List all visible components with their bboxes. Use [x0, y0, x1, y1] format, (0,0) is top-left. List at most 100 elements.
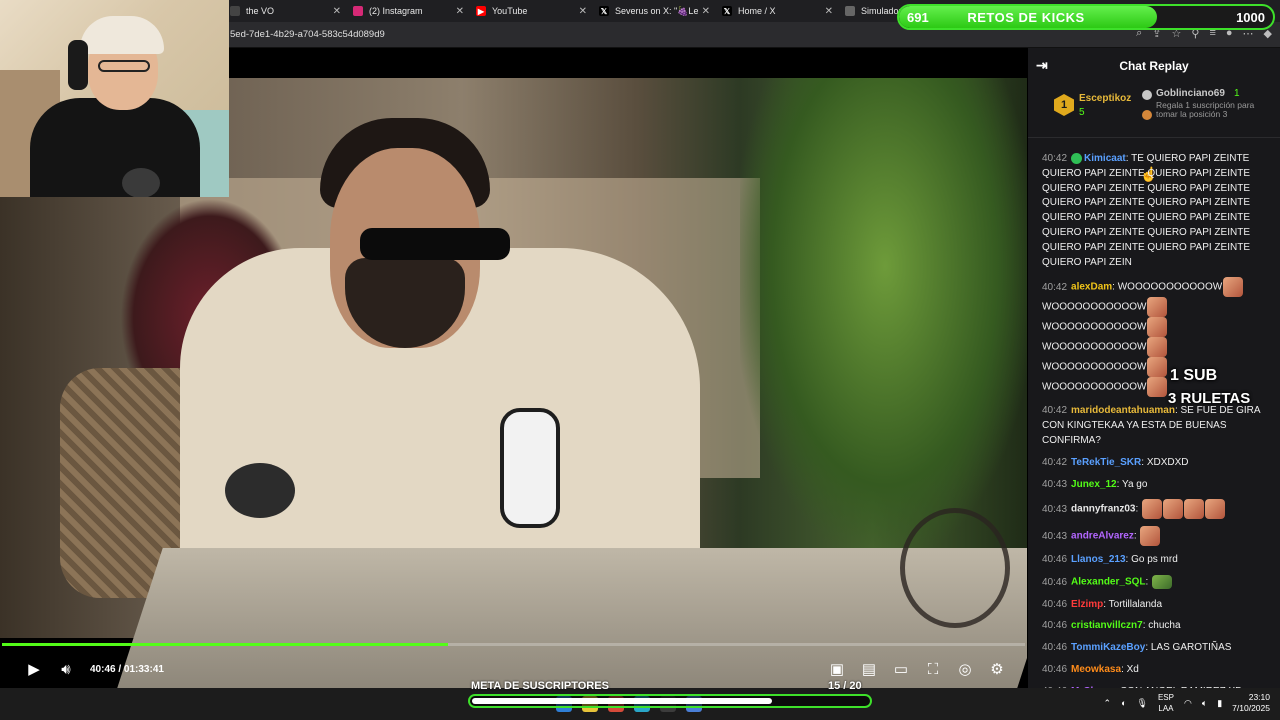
leader-2-name[interactable]: Goblinciano69 — [1156, 88, 1225, 99]
chat-username[interactable]: andreAlvarez — [1071, 531, 1134, 542]
playback-speed-icon[interactable]: ◎ — [949, 653, 981, 685]
browser-tab[interactable]: 𝕏 Home / X ✕ — [716, 0, 839, 22]
chat-message: 40:43 andreAlvarez: — [1042, 526, 1272, 547]
webcam-overlay — [0, 0, 229, 197]
settings-gear-icon[interactable]: ⚙ — [981, 653, 1013, 685]
browser-tab[interactable]: ▶ YouTube ✕ — [470, 0, 593, 22]
kicks-goal-bar: 691 RETOS DE KICKS 1000 — [897, 4, 1275, 30]
browser-tab-title: (2) Instagram — [369, 6, 423, 16]
clock-time: 23:10 — [1248, 692, 1270, 702]
play-icon[interactable]: ▶ — [18, 653, 50, 685]
scene-glasses-on-table — [900, 508, 1010, 628]
microphone-icon[interactable]: 🎙︎ — [1137, 698, 1148, 709]
browser-tab[interactable]: 𝕏 Severus on X: "🍇Leye ✕ — [593, 0, 716, 22]
chat-username[interactable]: dannyfranz03 — [1071, 504, 1135, 515]
face-emote-icon — [1140, 526, 1161, 547]
chat-message: 40:42 maridodeantahuaman: SE FUE DE GIRA … — [1042, 404, 1272, 448]
face-emote-icon — [1142, 499, 1163, 520]
chat-text: chucha — [1148, 620, 1181, 632]
chat-username[interactable]: Kimicaat — [1084, 153, 1126, 164]
chat-timestamp: 40:46 — [1042, 642, 1068, 654]
chat-separator: : — [1133, 531, 1140, 542]
chat-username[interactable]: Junex_12 — [1071, 479, 1117, 490]
chat-username[interactable]: Alexander_SQL — [1071, 577, 1145, 588]
gift-leaderboard: 1 Esceptikoz 5 Goblinciano69 1 Regala 1 … — [1028, 84, 1280, 182]
sub-goal-title: META DE SUSCRIPTORES — [471, 680, 609, 692]
pip-icon[interactable]: ▭ — [885, 653, 917, 685]
chat-text: Go ps mrd — [1131, 554, 1178, 566]
chat-username[interactable]: Llanos_213 — [1071, 554, 1125, 565]
x-icon: 𝕏 — [722, 6, 732, 16]
chat-separator: : — [1145, 576, 1152, 588]
chat-username[interactable]: TeRekTie_SKR — [1071, 457, 1141, 468]
seek-bar[interactable] — [2, 643, 1025, 646]
chat-timestamp: 40:42 — [1042, 405, 1068, 417]
face-emote-icon — [1223, 277, 1244, 298]
speaker-icon[interactable]: 🔈︎ — [1202, 698, 1207, 709]
fullscreen-icon[interactable]: ⛶ — [917, 653, 949, 685]
webcam-streamer-glasses — [98, 60, 150, 72]
network-icon[interactable]: ◐ — [1121, 698, 1126, 708]
face-emote-icon — [1147, 317, 1168, 338]
chat-message: 40:42 TeRekTie_SKR: XDXDXD — [1042, 456, 1272, 471]
x-icon: 𝕏 — [599, 6, 609, 16]
chat-text: Xd — [1126, 663, 1139, 675]
browser-tab[interactable]: the VO ✕ — [224, 0, 347, 22]
screen: ▶ 🔊︎ 40:46 / 01:33:41 ▣ ▤ ▭ ⛶ ◎ ⚙ the VO… — [0, 0, 1280, 720]
wifi-icon[interactable]: ◠ — [1184, 698, 1192, 709]
scene-plant-right — [740, 78, 1027, 548]
scene-sunglasses — [360, 228, 510, 260]
volume-icon[interactable]: 🔊︎ — [50, 653, 82, 685]
clock-date: 7/10/2025 — [1232, 703, 1270, 713]
language-indicator[interactable]: ESP LAA — [1158, 692, 1174, 714]
kicks-goal-value: 1000 — [1236, 10, 1265, 25]
clock[interactable]: 23:10 7/10/2025 — [1232, 692, 1270, 714]
chat-timestamp: 40:46 — [1042, 620, 1068, 632]
chat-username[interactable]: alexDam — [1071, 282, 1112, 293]
chat-header: ⇥ Chat Replay — [1028, 48, 1280, 84]
close-tab-icon[interactable]: ✕ — [333, 6, 341, 17]
scene-jacket-patch — [225, 463, 295, 518]
chat-text: Ya go — [1122, 478, 1148, 490]
chat-timestamp: 40:42 — [1042, 456, 1068, 468]
chat-timestamp: 40:46 — [1042, 554, 1068, 566]
chat-message: 40:46 Alexander_SQL: — [1042, 575, 1272, 590]
leader-1-count: 5 — [1079, 107, 1085, 118]
chevron-up-icon[interactable]: ⌃ — [1104, 698, 1112, 709]
battery-icon[interactable]: ▮ — [1217, 698, 1222, 709]
face-emote-icon — [1147, 297, 1168, 318]
url-text[interactable]: 5ed-7de1-4b29-a704-583c54d089d9 — [230, 29, 385, 40]
webcam-streamer-cap — [80, 16, 164, 54]
chat-username[interactable]: Elzimp — [1071, 599, 1103, 610]
close-tab-icon[interactable]: ✕ — [825, 6, 833, 17]
chat-timestamp: 40:46 — [1042, 576, 1068, 588]
chat-username[interactable]: TommiKazeBoy — [1071, 642, 1145, 653]
close-tab-icon[interactable]: ✕ — [702, 6, 710, 17]
system-tray: ⌃ ◐ 🎙︎ ESP LAA ◠ 🔈︎ ▮ 23:10 7/10/2025 — [1104, 692, 1270, 714]
scene-jacket-sleeve — [500, 408, 560, 528]
chat-message: 40:46 Meowkasa: Xd — [1042, 663, 1272, 678]
chat-username[interactable]: Meowkasa — [1071, 664, 1121, 675]
youtube-icon: ▶ — [476, 6, 486, 16]
chat-text: XDXDXD — [1146, 456, 1189, 468]
webcam-streamer-body — [30, 98, 200, 197]
browser-tab[interactable]: (2) Instagram ✕ — [347, 0, 470, 22]
collapse-chat-icon[interactable]: ⇥ — [1036, 57, 1048, 74]
kicks-title: RETOS DE KICKS — [967, 10, 1085, 25]
lang-bottom: LAA — [1158, 704, 1174, 713]
close-tab-icon[interactable]: ✕ — [456, 6, 464, 17]
chat-timestamp: 40:46 — [1042, 663, 1068, 675]
frog-emote-icon — [1152, 575, 1173, 590]
close-tab-icon[interactable]: ✕ — [579, 6, 587, 17]
chat-timestamp: 40:43 — [1042, 504, 1068, 515]
lang-top: ESP — [1157, 693, 1174, 702]
chat-message: 40:46 cristianvillczn7: chucha — [1042, 619, 1272, 634]
chat-message: 40:46 Elzimp: Tortillalanda — [1042, 598, 1272, 613]
chat-username[interactable]: maridodeantahuaman — [1071, 405, 1175, 416]
chat-timestamp: 40:42 — [1042, 282, 1068, 294]
chat-username[interactable]: cristianvillczn7 — [1071, 620, 1143, 631]
face-emote-icon — [1163, 499, 1184, 520]
browser-tab-title: YouTube — [492, 6, 528, 16]
leader-1-name[interactable]: Esceptikoz — [1079, 93, 1131, 104]
sub-reward-line1: 1 SUB — [1170, 367, 1218, 384]
